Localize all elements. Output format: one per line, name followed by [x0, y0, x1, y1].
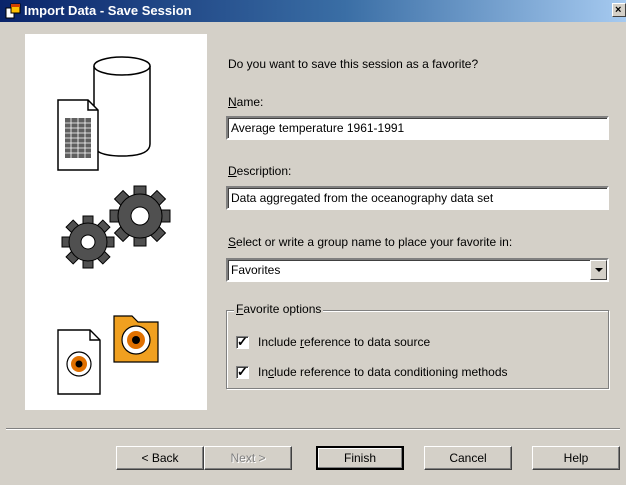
- window-title: Import Data - Save Session: [24, 3, 192, 18]
- description-label: Description:: [228, 164, 291, 178]
- back-button-label: < Back: [141, 451, 179, 465]
- description-input[interactable]: Data aggregated from the oceanography da…: [226, 186, 609, 210]
- save-prompt: Do you want to save this session as a fa…: [228, 57, 479, 71]
- include-data-source-checkbox[interactable]: ✓: [236, 334, 249, 349]
- group-label-rest: elect or write a group name to place you…: [236, 235, 513, 249]
- window-app-icon: [5, 3, 21, 19]
- option-text-pre: In: [258, 365, 269, 379]
- group-combobox-value: Favorites: [231, 263, 281, 277]
- group-label: Select or write a group name to place yo…: [228, 235, 512, 249]
- description-label-accel: D: [228, 164, 237, 178]
- group-label-accel: S: [228, 235, 237, 249]
- option-text-post: lude reference to data conditioning meth…: [274, 365, 508, 379]
- option-text-post: eference to data source: [304, 335, 431, 349]
- illustration-panel: [25, 34, 207, 410]
- favorite-options-legend-rest: avorite options: [243, 302, 322, 316]
- close-button[interactable]: ×: [612, 3, 626, 17]
- cancel-button[interactable]: Cancel: [424, 446, 512, 470]
- name-input[interactable]: Average temperature 1961-1991: [226, 116, 609, 140]
- name-label-rest: ame:: [236, 95, 264, 109]
- group-combobox[interactable]: Favorites: [226, 258, 609, 282]
- include-data-source-label[interactable]: Include reference to data source: [258, 335, 430, 349]
- name-label-accel: N: [228, 95, 237, 109]
- check-icon: ✓: [237, 334, 248, 349]
- gears-icon: [61, 185, 171, 269]
- target-folder-icon: [57, 315, 159, 395]
- option-text-pre: Include: [258, 335, 301, 349]
- include-conditioning-methods-label[interactable]: Include reference to data conditioning m…: [258, 365, 508, 379]
- check-icon: ✓: [237, 364, 248, 379]
- title-bar[interactable]: Import Data - Save Session ×: [0, 0, 626, 22]
- next-button[interactable]: Next >: [204, 446, 292, 470]
- help-button[interactable]: Help: [532, 446, 620, 470]
- document-database-icon: [57, 56, 151, 171]
- finish-button[interactable]: Finish: [316, 446, 404, 470]
- include-conditioning-methods-checkbox[interactable]: ✓: [236, 364, 249, 379]
- button-separator: [6, 428, 620, 430]
- name-label: Name:: [228, 95, 263, 109]
- back-button[interactable]: < Back: [116, 446, 204, 470]
- favorite-options-legend: Favorite options: [234, 302, 324, 316]
- chevron-down-icon[interactable]: [590, 260, 607, 280]
- description-label-rest: escription:: [236, 164, 292, 178]
